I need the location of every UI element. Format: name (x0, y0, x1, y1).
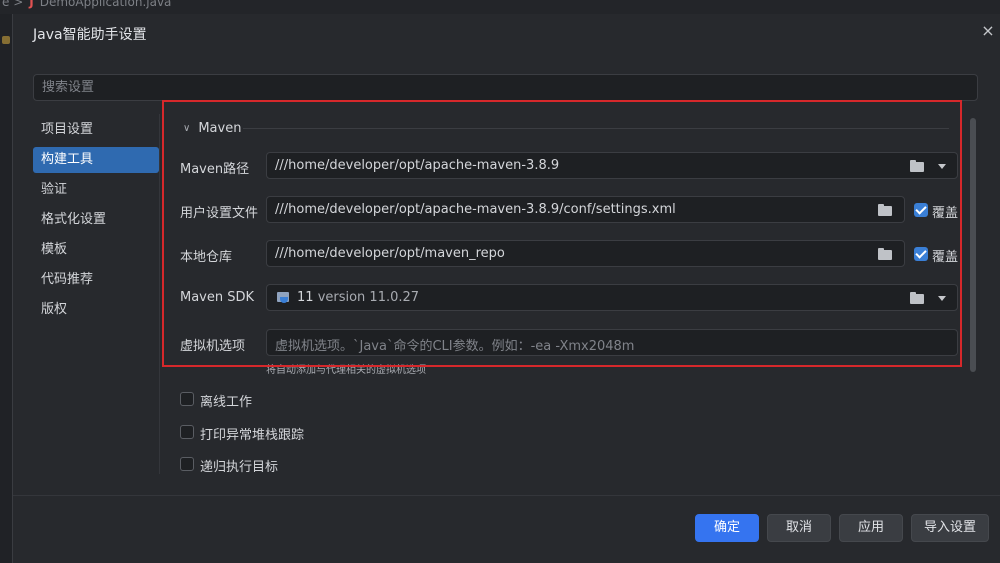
apply-button[interactable]: 应用 (839, 514, 903, 542)
maven-path-label: Maven路径 (180, 162, 250, 177)
nav-item-copyright[interactable]: 版权 (33, 297, 159, 323)
maven-path-value: ///home/developer/opt/apache-maven-3.8.9 (275, 158, 560, 173)
jdk-icon (277, 292, 289, 303)
chevron-down-icon[interactable] (938, 296, 946, 301)
user-settings-value: ///home/developer/opt/apache-maven-3.8.9… (275, 202, 676, 217)
maven-section-header[interactable]: ∨ Maven (183, 120, 241, 136)
settings-nav: 项目设置 构建工具 验证 格式化设置 模板 代码推荐 版权 (33, 117, 159, 327)
maven-path-select[interactable]: ///home/developer/opt/apache-maven-3.8.9 (266, 152, 958, 179)
sdk-version-text: version 11.0.27 (317, 290, 420, 305)
folder-icon[interactable] (910, 292, 924, 304)
close-icon[interactable]: × (979, 22, 997, 40)
folder-icon[interactable] (910, 160, 924, 172)
dialog-title: Java智能助手设置 (33, 27, 147, 43)
ok-button[interactable]: 确定 (695, 514, 759, 542)
editor-breadcrumb: e > J DemoApplication.java (2, 0, 171, 9)
print-stack-label: 打印异常堆栈跟踪 (200, 428, 305, 443)
vm-options-field[interactable]: 虚拟机选项。`Java`命令的CLI参数。例如：-ea -Xmx2048m (266, 329, 958, 356)
print-stack-checkbox[interactable] (180, 425, 194, 439)
folder-icon[interactable] (878, 204, 892, 216)
local-repo-field[interactable]: ///home/developer/opt/maven_repo (266, 240, 905, 267)
nav-item-validation[interactable]: 验证 (33, 177, 159, 203)
section-divider (243, 128, 949, 129)
recursive-label: 递归执行目标 (200, 460, 279, 475)
cancel-button[interactable]: 取消 (767, 514, 831, 542)
offline-checkbox[interactable] (180, 392, 194, 406)
vm-options-label: 虚拟机选项 (180, 339, 246, 354)
sdk-value: 11 version 11.0.27 (297, 290, 419, 305)
highlight-annotation-box (162, 100, 962, 367)
sdk-version-number: 11 (297, 290, 314, 305)
maven-sdk-select[interactable]: 11 version 11.0.27 (266, 284, 958, 311)
search-input[interactable] (34, 75, 977, 100)
nav-item-project-settings[interactable]: 项目设置 (33, 117, 159, 143)
maven-sdk-label: Maven SDK (180, 290, 255, 305)
maven-section-title: Maven (198, 120, 242, 136)
vm-options-placeholder: 虚拟机选项。`Java`命令的CLI参数。例如：-ea -Xmx2048m (275, 339, 635, 354)
footer-divider (13, 495, 1000, 496)
folder-icon[interactable] (878, 248, 892, 260)
import-settings-button[interactable]: 导入设置 (911, 514, 989, 542)
vm-options-hint: 将自动添加与代理相关的虚拟机选项 (266, 365, 426, 376)
breadcrumb-separator: e > (2, 0, 24, 9)
dialog-titlebar: Java智能助手设置 × (13, 14, 1000, 52)
local-repo-label: 本地仓库 (180, 250, 233, 265)
chevron-down-icon: ∨ (183, 122, 191, 134)
user-settings-label: 用户设置文件 (180, 206, 259, 221)
nav-divider (159, 114, 160, 474)
recursive-checkbox[interactable] (180, 457, 194, 471)
local-repo-override-label: 覆盖 (932, 250, 959, 265)
editor-gutter (0, 14, 12, 563)
content-scrollbar[interactable] (970, 118, 976, 372)
gutter-marker-icon (2, 36, 10, 44)
java-file-icon: J (29, 0, 34, 9)
nav-item-code-recommend[interactable]: 代码推荐 (33, 267, 159, 293)
user-settings-override-checkbox[interactable] (914, 203, 928, 217)
editor-tab-bar: e > J DemoApplication.java (0, 0, 1000, 14)
nav-item-templates[interactable]: 模板 (33, 237, 159, 263)
chevron-down-icon[interactable] (938, 164, 946, 169)
local-repo-value: ///home/developer/opt/maven_repo (275, 246, 505, 261)
local-repo-override-checkbox[interactable] (914, 247, 928, 261)
nav-item-build-tools[interactable]: 构建工具 (33, 147, 159, 173)
user-settings-override-label: 覆盖 (932, 206, 959, 221)
editor-file-name[interactable]: DemoApplication.java (40, 0, 172, 9)
user-settings-field[interactable]: ///home/developer/opt/apache-maven-3.8.9… (266, 196, 905, 223)
settings-search (33, 74, 978, 101)
settings-dialog: Java智能助手设置 × 项目设置 构建工具 验证 格式化设置 模板 代码推荐 … (12, 14, 1000, 563)
nav-item-formatting[interactable]: 格式化设置 (33, 207, 159, 233)
offline-label: 离线工作 (200, 395, 253, 410)
